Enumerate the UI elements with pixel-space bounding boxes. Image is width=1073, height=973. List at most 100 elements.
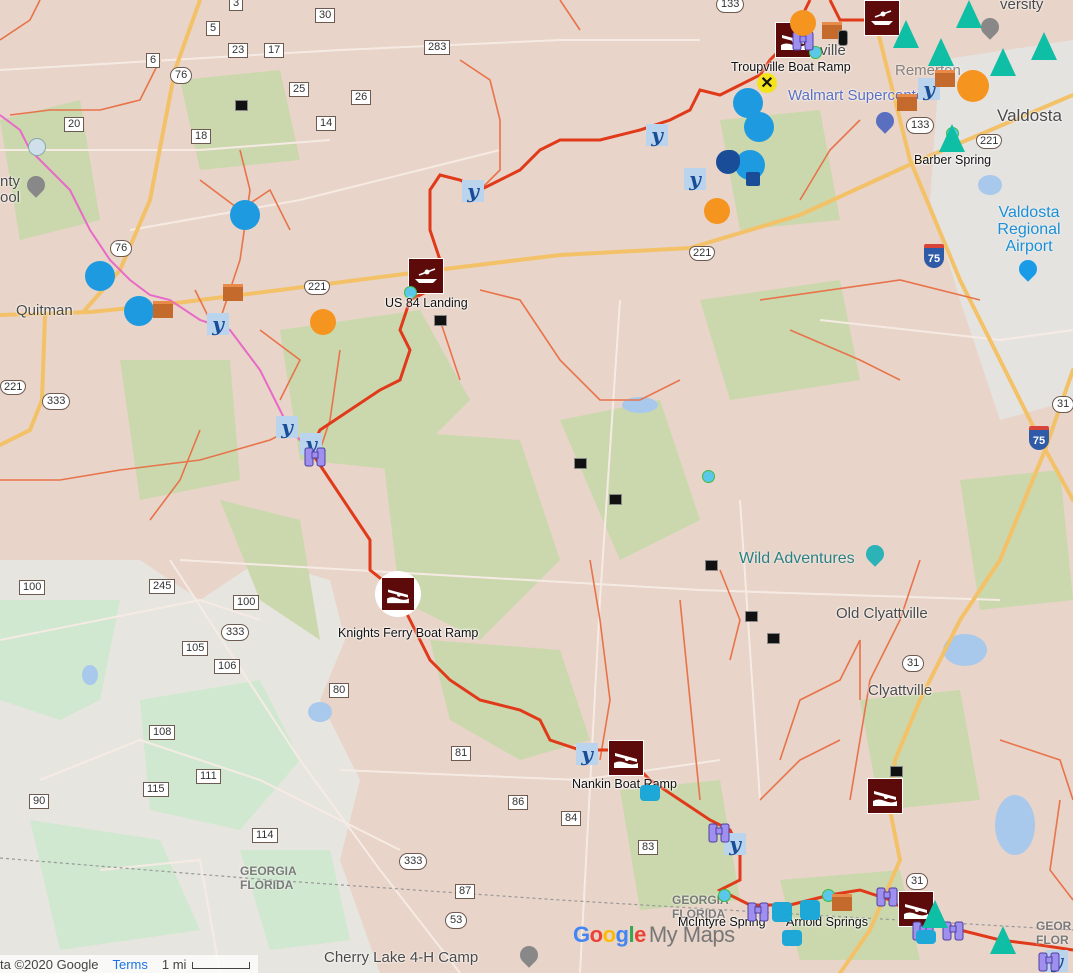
- bridge-icon[interactable]: [897, 94, 917, 111]
- marker-label-nankin[interactable]: Nankin Boat Ramp: [572, 777, 677, 791]
- marker-label-arnold[interactable]: Arnold Springs: [786, 915, 868, 929]
- poi-wild-adventures[interactable]: Wild Adventures: [739, 550, 855, 568]
- road-shield: 80: [329, 683, 350, 698]
- swim-icon[interactable]: [916, 930, 936, 944]
- tree-icon[interactable]: [990, 926, 1016, 954]
- place-valdosta: Valdosta: [997, 106, 1062, 125]
- bridge-icon[interactable]: [935, 70, 955, 87]
- place-county-school: nty ool: [0, 173, 21, 206]
- photo-icon[interactable]: [767, 633, 780, 644]
- confluence-icon[interactable]: y: [207, 313, 229, 335]
- poi-airport[interactable]: Valdosta Regional Airport: [994, 204, 1064, 255]
- photo-icon[interactable]: [574, 458, 587, 469]
- marker-icon[interactable]: [838, 30, 848, 46]
- spring-icon[interactable]: [800, 900, 820, 920]
- tree-icon[interactable]: [990, 48, 1016, 76]
- boat-ramp-selected[interactable]: [375, 571, 421, 617]
- water-access-icon[interactable]: [716, 150, 740, 174]
- road-shield: 221: [304, 280, 331, 295]
- map-canvas[interactable]: [0, 0, 1073, 973]
- bridge-icon[interactable]: [832, 894, 852, 911]
- photo-icon[interactable]: [745, 611, 758, 622]
- campground-icon[interactable]: [310, 309, 336, 335]
- confluence-icon[interactable]: y: [684, 168, 706, 190]
- interstate-shield: 75: [1029, 426, 1049, 450]
- campground-icon[interactable]: [704, 198, 730, 224]
- road-shield: 245: [149, 579, 176, 594]
- confluence-icon[interactable]: y: [646, 124, 668, 146]
- photo-icon[interactable]: [609, 494, 622, 505]
- parking-icon[interactable]: [746, 172, 760, 186]
- confluence-icon[interactable]: y: [276, 416, 298, 438]
- road-shield: 81: [451, 746, 472, 761]
- campground-icon[interactable]: [790, 10, 816, 36]
- scale-label: 1 mi: [161, 956, 187, 972]
- launch-icon[interactable]: [744, 112, 774, 142]
- launch-icon[interactable]: [230, 200, 260, 230]
- road-shield: 87: [455, 884, 476, 899]
- bridge-icon[interactable]: [223, 284, 243, 301]
- photo-icon[interactable]: [890, 766, 903, 777]
- binoculars-icon[interactable]: [874, 882, 900, 908]
- marker-label-troupville[interactable]: Troupville Boat Ramp: [731, 60, 851, 74]
- poi-cherry-lake[interactable]: Cherry Lake 4-H Camp: [324, 949, 478, 966]
- place-university: versity: [1000, 0, 1044, 13]
- logo-letter: o: [602, 922, 616, 947]
- binoculars-icon[interactable]: [745, 897, 771, 923]
- road-shield: 221: [0, 380, 27, 395]
- binoculars-icon[interactable]: [706, 818, 732, 844]
- road-shield: 31: [906, 873, 929, 890]
- road-shield: 31: [1052, 396, 1073, 413]
- logo-letter: g: [615, 922, 629, 947]
- tree-icon[interactable]: [893, 20, 919, 48]
- binoculars-icon[interactable]: [302, 442, 328, 468]
- marker-label-us84[interactable]: US 84 Landing: [385, 296, 468, 310]
- road-shield: 333: [399, 853, 428, 870]
- road-shield: 76: [170, 67, 193, 84]
- road-shield: 133: [906, 117, 935, 134]
- state-label-georgia-3: GEOR: [1036, 919, 1072, 933]
- spring-icon[interactable]: [772, 902, 792, 922]
- launch-icon[interactable]: [85, 261, 115, 291]
- marker-label-knights-ferry[interactable]: Knights Ferry Boat Ramp: [338, 626, 478, 640]
- boat-ramp-icon[interactable]: [867, 778, 903, 814]
- road-shield: 108: [149, 725, 176, 740]
- road-shield: 84: [561, 811, 582, 826]
- photo-icon[interactable]: [235, 100, 248, 111]
- photo-icon[interactable]: [434, 315, 447, 326]
- info-icon[interactable]: [28, 138, 46, 156]
- road-shield: 90: [29, 794, 50, 809]
- waypoint-dot[interactable]: [702, 470, 715, 483]
- marker-label-barber[interactable]: Barber Spring: [914, 153, 991, 167]
- swim-icon[interactable]: [640, 785, 660, 801]
- tree-icon[interactable]: [928, 38, 954, 66]
- tree-icon[interactable]: [939, 124, 965, 152]
- road-shield: 6: [146, 53, 161, 68]
- scale-bar[interactable]: 1 mi: [162, 957, 251, 972]
- tree-icon[interactable]: [956, 0, 982, 28]
- road-shield: 333: [221, 624, 250, 641]
- terms-link[interactable]: Terms: [112, 957, 147, 972]
- copyright-text: ta ©2020 Google: [0, 956, 99, 972]
- swim-icon[interactable]: [782, 930, 802, 946]
- binoculars-icon[interactable]: [1036, 947, 1062, 973]
- road-shield: 83: [638, 840, 659, 855]
- road-shield: 25: [289, 82, 310, 97]
- launch-icon[interactable]: [124, 296, 154, 326]
- boat-ramp-icon[interactable]: [608, 740, 644, 776]
- confluence-icon[interactable]: y: [462, 180, 484, 202]
- waypoint-dot[interactable]: [718, 889, 731, 902]
- photo-icon[interactable]: [705, 560, 718, 571]
- logo-letter: G: [573, 922, 590, 947]
- attribution-bar: ta ©2020 Google Terms 1 mi: [0, 955, 259, 973]
- tree-icon[interactable]: [922, 900, 948, 928]
- confluence-icon[interactable]: y: [576, 743, 598, 765]
- google-my-maps-logo: Google My Maps: [573, 922, 735, 948]
- road-shield: 100: [233, 595, 260, 610]
- scale-line: [192, 961, 251, 969]
- interstate-shield: 75: [924, 244, 944, 268]
- tree-icon[interactable]: [1031, 32, 1057, 60]
- railroad-crossing-icon[interactable]: ✕: [757, 73, 777, 93]
- food-icon[interactable]: [957, 70, 989, 102]
- bridge-icon[interactable]: [153, 301, 173, 318]
